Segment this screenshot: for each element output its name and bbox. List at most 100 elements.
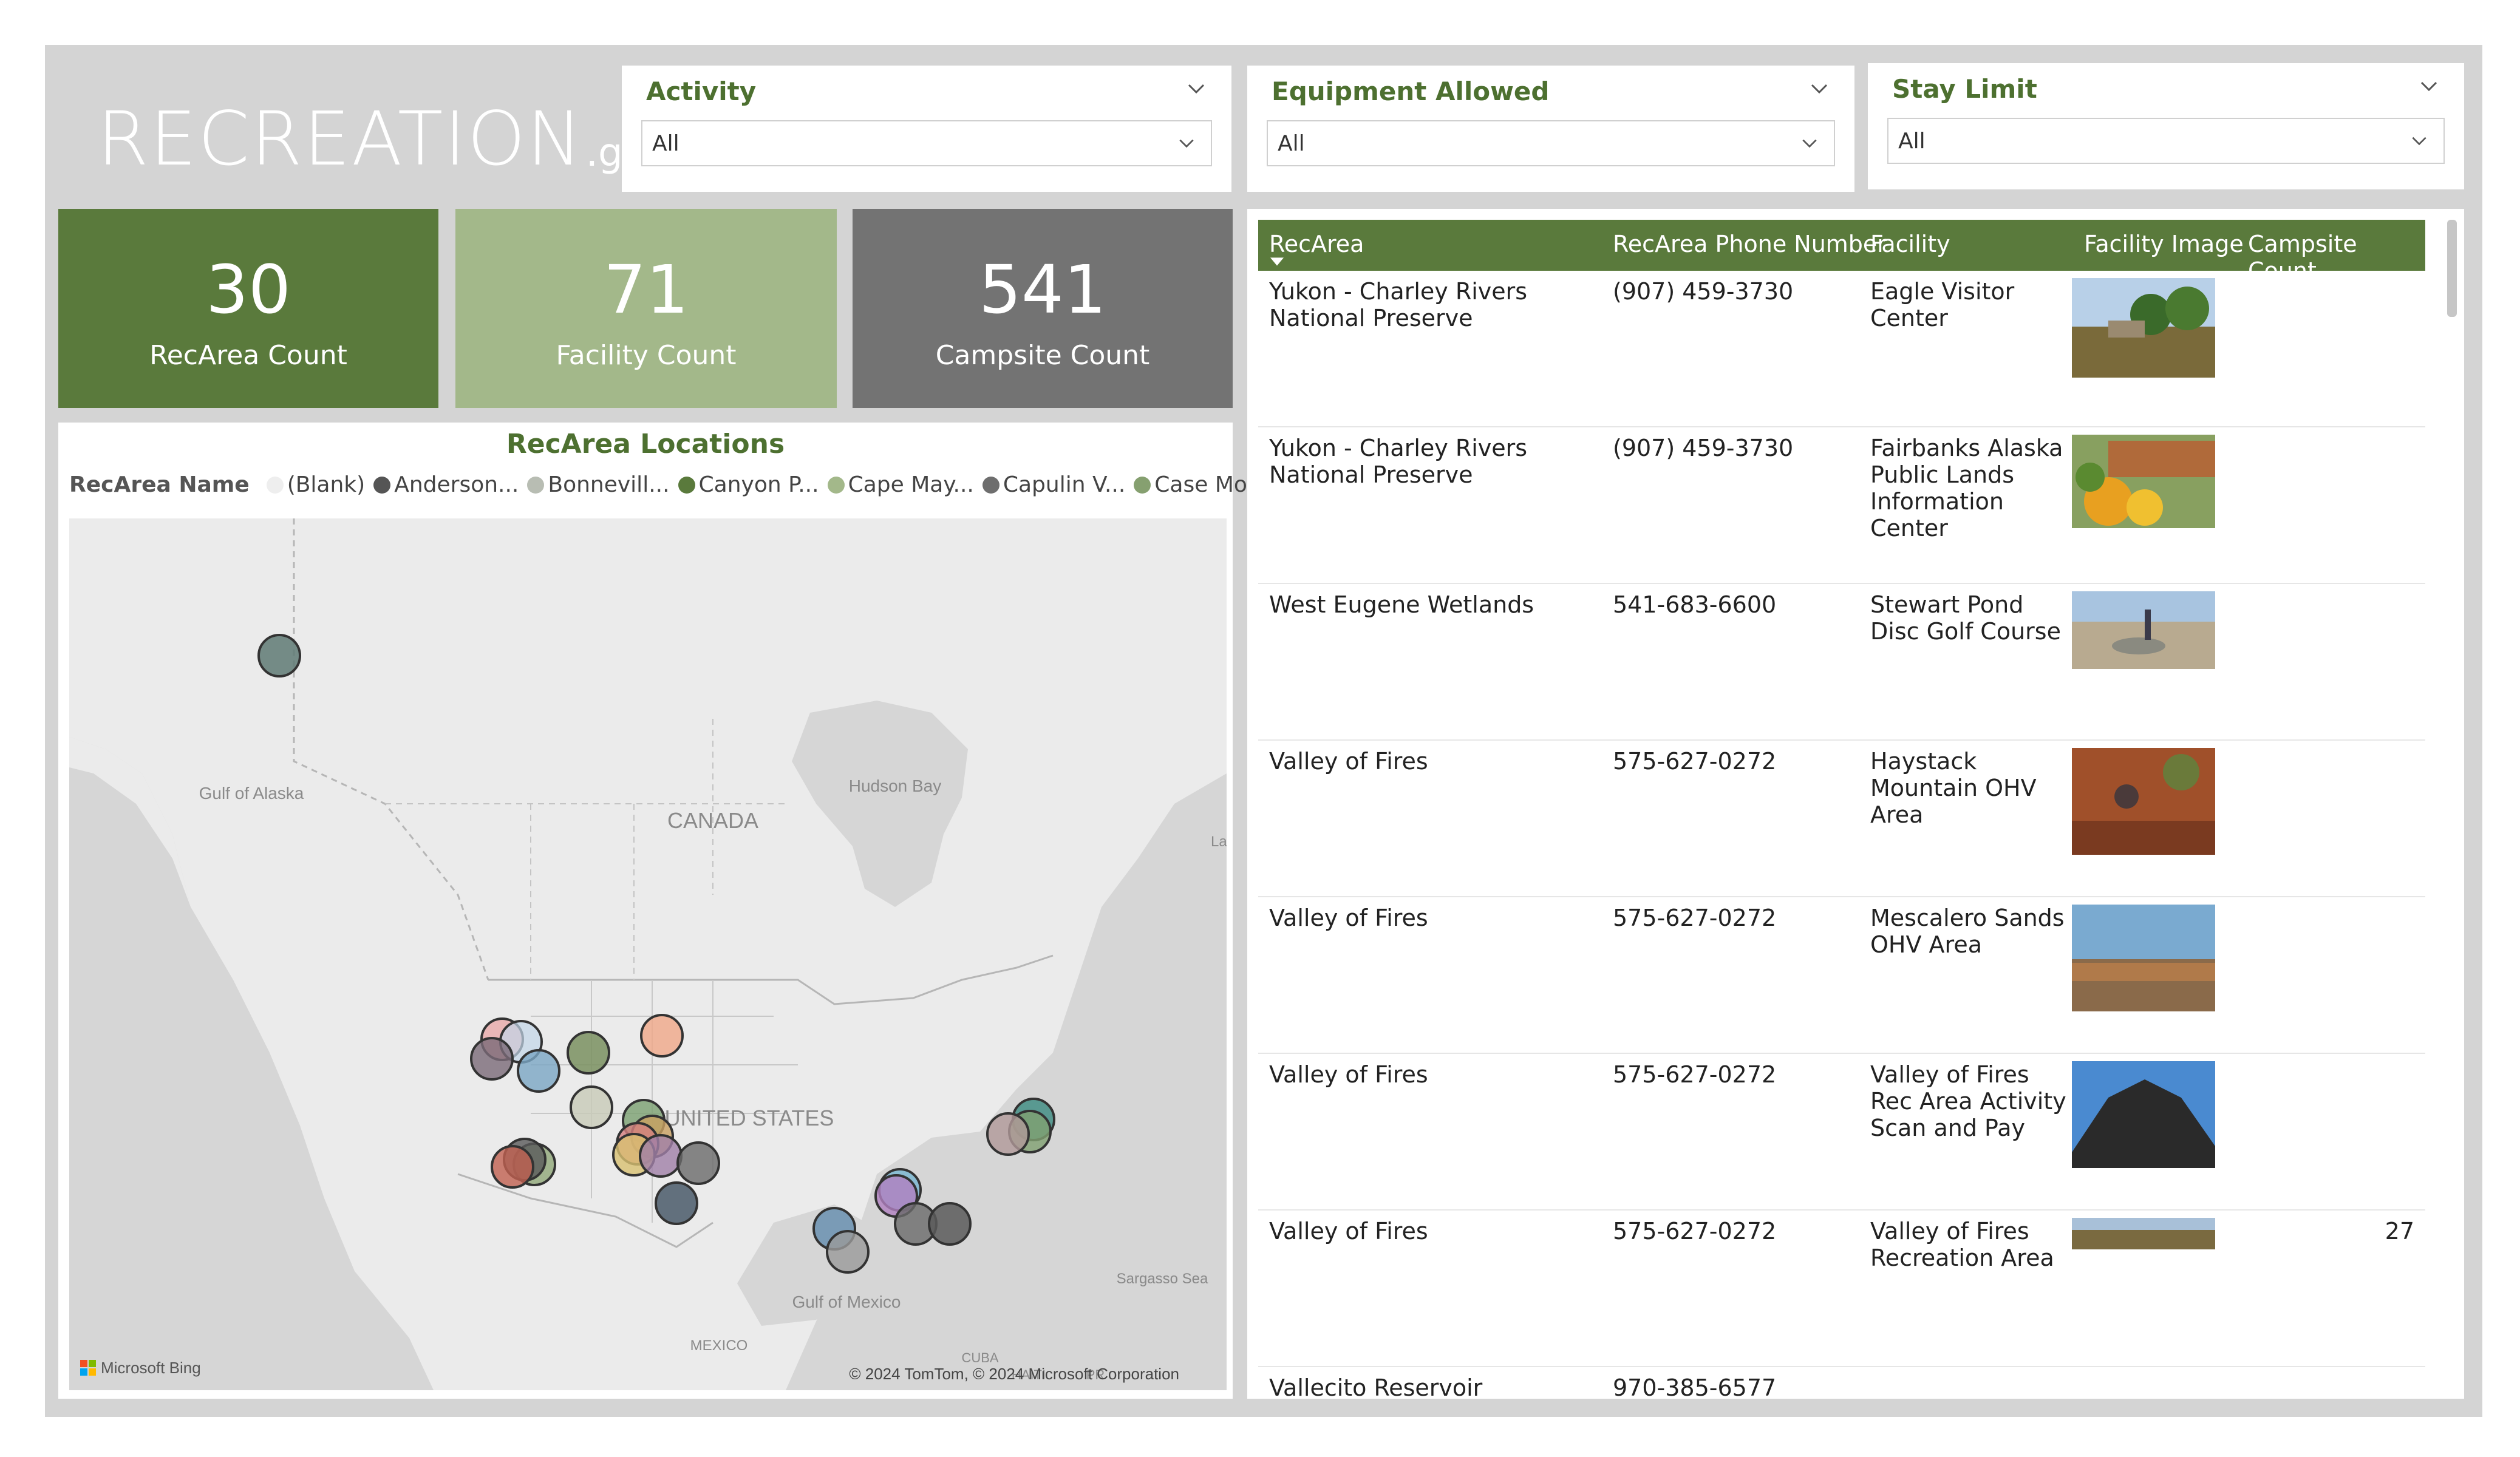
facility-image bbox=[2072, 905, 2215, 1011]
dropdown-value: All bbox=[1898, 129, 1926, 154]
legend-swatch bbox=[1134, 476, 1151, 494]
legend-title: RecArea Name bbox=[69, 472, 250, 497]
map-marker[interactable] bbox=[986, 1112, 1030, 1156]
facility-table-panel: RecArea RecArea Phone Number Facility Fa… bbox=[1247, 209, 2464, 1399]
table-row[interactable]: Valley of Fires 575-627-0272 Valley of F… bbox=[1258, 1211, 2425, 1367]
cell-facility: Haystack Mountain OHV Area bbox=[1870, 748, 2037, 828]
cell-recarea: Valley of Fires bbox=[1269, 905, 1428, 931]
equipment-allowed-slicer: Equipment Allowed All bbox=[1247, 66, 1854, 192]
table-row[interactable]: Yukon - Charley Rivers National Preserve… bbox=[1258, 427, 2425, 584]
label-gulf-alaska: Gulf of Alaska bbox=[199, 784, 304, 803]
legend-item[interactable]: Bonnevill... bbox=[527, 472, 670, 497]
legend-swatch bbox=[982, 476, 999, 494]
chevron-down-icon bbox=[1802, 139, 1817, 148]
map-marker[interactable] bbox=[491, 1145, 534, 1189]
table-header: RecArea RecArea Phone Number Facility Fa… bbox=[1258, 220, 2425, 284]
kpi-label: Campsite Count bbox=[935, 340, 1150, 371]
dropdown-value: All bbox=[652, 131, 679, 156]
map-marker[interactable] bbox=[639, 1134, 683, 1178]
legend-label: Bonnevill... bbox=[548, 472, 670, 497]
map-marker[interactable] bbox=[257, 634, 301, 678]
facility-image bbox=[2072, 1061, 2215, 1168]
cell-recarea: Valley of Fires bbox=[1269, 748, 1428, 775]
label-canada: CANADA bbox=[667, 808, 758, 833]
legend-swatch bbox=[373, 476, 391, 494]
facility-image bbox=[2072, 435, 2215, 528]
activity-slicer: Activity All bbox=[622, 66, 1231, 192]
legend-item[interactable]: (Blank) bbox=[266, 472, 366, 497]
facility-image bbox=[2072, 1218, 2215, 1249]
table-row[interactable]: Valley of Fires 575-627-0272 Haystack Mo… bbox=[1258, 741, 2425, 897]
legend-label: (Blank) bbox=[287, 472, 366, 497]
map-marker[interactable] bbox=[567, 1031, 610, 1075]
cell-recarea: Vallecito Reservoir bbox=[1269, 1374, 1483, 1399]
label-labrador: Labrad bbox=[1211, 834, 1227, 850]
kpi-value: 30 bbox=[206, 251, 291, 328]
chevron-down-icon[interactable] bbox=[2418, 75, 2440, 97]
table-row[interactable]: Valley of Fires 575-627-0272 Mescalero S… bbox=[1258, 897, 2425, 1054]
cell-facility: Valley of Fires Rec Area Activity Scan a… bbox=[1870, 1061, 2066, 1141]
label-mexico: MEXICO bbox=[690, 1337, 748, 1354]
kpi-value: 541 bbox=[979, 251, 1106, 328]
chevron-down-icon bbox=[2412, 137, 2426, 146]
sort-desc-icon[interactable] bbox=[1270, 257, 1284, 266]
slicer-title: Activity bbox=[646, 76, 757, 106]
svg-text:Gulf of Alaska: Gulf of Alaska bbox=[199, 784, 304, 803]
cell-phone: (907) 459-3730 bbox=[1613, 435, 1794, 461]
legend-item[interactable]: Anderson... bbox=[373, 472, 519, 497]
logo-main-text: RECREATION bbox=[97, 96, 584, 182]
cell-facility: Eagle Visitor Center bbox=[1870, 278, 2015, 331]
map-title: RecArea Locations bbox=[506, 429, 785, 460]
col-header-facility[interactable]: Facility bbox=[1870, 231, 1950, 257]
cell-facility: Fairbanks Alaska Public Lands Informatio… bbox=[1870, 435, 2063, 542]
cell-facility: Valley of Fires Recreation Area bbox=[1870, 1218, 2054, 1271]
slicer-title: Stay Limit bbox=[1892, 74, 2037, 104]
equipment-dropdown[interactable]: All bbox=[1267, 120, 1835, 166]
activity-dropdown[interactable]: All bbox=[641, 120, 1212, 166]
map-marker[interactable] bbox=[655, 1181, 698, 1225]
label-sargasso: Sargasso Sea bbox=[1117, 1271, 1208, 1287]
cell-recarea: West Eugene Wetlands bbox=[1269, 591, 1534, 618]
map-marker[interactable] bbox=[676, 1141, 720, 1185]
cell-phone: 970-385-6577 bbox=[1613, 1374, 1777, 1399]
label-gulf-mexico: Gulf of Mexico bbox=[792, 1292, 901, 1311]
recreation-gov-logo: RECREATION .gov bbox=[97, 91, 670, 182]
legend-swatch bbox=[827, 476, 845, 494]
cell-phone: 575-627-0272 bbox=[1613, 1061, 1777, 1088]
legend-item[interactable]: Capulin V... bbox=[982, 472, 1125, 497]
map-marker[interactable] bbox=[517, 1049, 560, 1093]
map-marker[interactable] bbox=[470, 1037, 514, 1081]
map-canvas[interactable]: Gulf of Alaska CANADA Hudson Bay Labrad … bbox=[69, 518, 1227, 1390]
col-header-image[interactable]: Facility Image bbox=[2084, 231, 2244, 257]
table-row[interactable]: Vallecito Reservoir 970-385-6577 bbox=[1258, 1367, 2425, 1399]
col-header-phone[interactable]: RecArea Phone Number bbox=[1613, 231, 1887, 257]
map-marker[interactable] bbox=[928, 1202, 972, 1246]
stay-limit-dropdown[interactable]: All bbox=[1887, 118, 2445, 164]
stay-limit-slicer: Stay Limit All bbox=[1868, 63, 2464, 189]
map-marker[interactable] bbox=[640, 1014, 684, 1058]
legend-label: Capulin V... bbox=[1003, 472, 1126, 497]
table-row[interactable]: Yukon - Charley Rivers National Preserve… bbox=[1258, 271, 2425, 427]
table-row[interactable]: West Eugene Wetlands 541-683-6600 Stewar… bbox=[1258, 584, 2425, 741]
cell-phone: 575-627-0272 bbox=[1613, 1218, 1777, 1245]
cell-phone: 575-627-0272 bbox=[1613, 748, 1777, 775]
chevron-down-icon[interactable] bbox=[1808, 78, 1830, 100]
basemap-svg: Gulf of Alaska CANADA Hudson Bay Labrad … bbox=[69, 518, 1227, 1390]
cell-recarea: Yukon - Charley Rivers National Preserve bbox=[1269, 278, 1528, 331]
cell-facility: Mescalero Sands OHV Area bbox=[1870, 905, 2065, 958]
col-header-recarea[interactable]: RecArea bbox=[1269, 231, 1364, 257]
cell-phone: 541-683-6600 bbox=[1613, 591, 1777, 618]
chevron-down-icon bbox=[1179, 139, 1194, 148]
legend-item[interactable]: Canyon P... bbox=[678, 472, 819, 497]
facility-image bbox=[2072, 748, 2215, 855]
table-scrollbar[interactable] bbox=[2447, 220, 2457, 317]
map-marker[interactable] bbox=[570, 1085, 613, 1129]
label-us: UNITED STATES bbox=[665, 1105, 834, 1130]
legend-item[interactable]: Cape May... bbox=[827, 472, 974, 497]
table-row[interactable]: Valley of Fires 575-627-0272 Valley of F… bbox=[1258, 1054, 2425, 1211]
legend-swatch bbox=[678, 476, 695, 494]
map-marker[interactable] bbox=[826, 1230, 870, 1274]
legend-swatch bbox=[266, 476, 284, 494]
chevron-down-icon[interactable] bbox=[1185, 78, 1207, 100]
facility-image bbox=[2072, 591, 2215, 669]
